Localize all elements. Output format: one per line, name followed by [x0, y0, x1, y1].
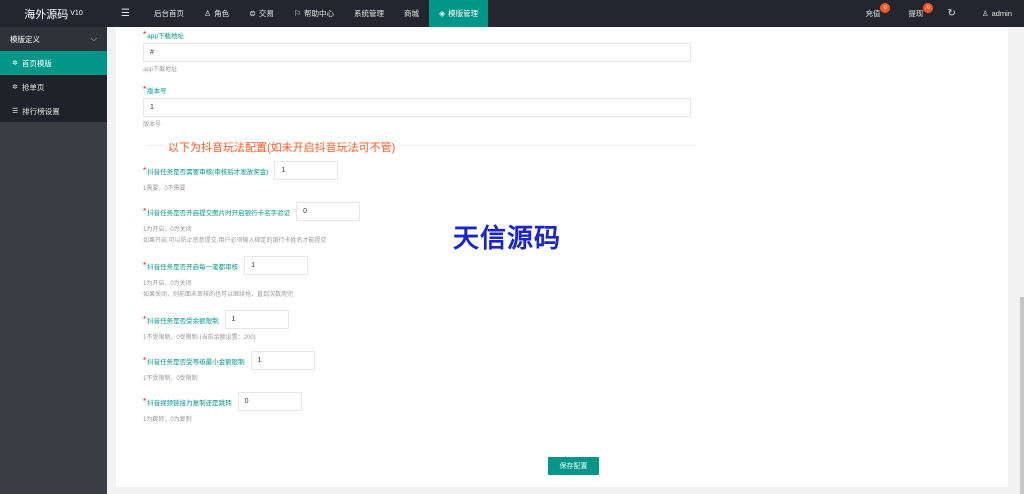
- logo-version: V10: [70, 10, 83, 17]
- field-hint: 1不受限制，0受限制: [143, 376, 198, 382]
- sidebar-item-home-template[interactable]: ✲ 首页模版: [0, 51, 107, 75]
- withdraw-label: 提现: [908, 9, 924, 18]
- sidebar-submenu: ✲ 首页模版 ✲ 抢单页 ☰ 排行榜设置: [0, 51, 107, 123]
- field-label: *抖音任务是否受余额限制: [143, 314, 219, 325]
- douyin-review-input[interactable]: 1: [274, 161, 339, 180]
- chevron-down-icon: ⌵: [90, 34, 97, 43]
- top-nav: ☰ 后台首页 ♙ 角色 ⊜ 交易 ⚐ 帮助中心 系统管理 商城 ◈ 模版管理: [107, 0, 489, 27]
- user-icon: ♙: [203, 9, 212, 18]
- sidebar-item-grab-page[interactable]: ✲ 抢单页: [0, 75, 107, 99]
- nav-home[interactable]: 后台首页: [144, 0, 194, 27]
- form-card: *app下载地址 # app下载地址 *版本号 1 版本号 以下为抖音玩法配置(…: [116, 27, 1008, 487]
- douyin-link-input[interactable]: 0: [237, 392, 302, 411]
- flag-icon: ⚐: [293, 9, 302, 18]
- douyin-bankcard-input[interactable]: 0: [296, 202, 361, 221]
- logo-text: 海外源码: [24, 8, 69, 21]
- user-icon: ♙: [981, 9, 989, 18]
- main-content: *app下载地址 # app下载地址 *版本号 1 版本号 以下为抖音玩法配置(…: [107, 27, 1024, 494]
- douyin-balance-limit-input[interactable]: 1: [224, 310, 289, 329]
- field-hint: 1需要，0不需要: [143, 186, 186, 192]
- watermark-text: 天信源码: [453, 224, 562, 254]
- version-input[interactable]: 1: [143, 98, 691, 117]
- field-hint: 如果开启,可以防止恶意提交,用户必须输入绑定的银行卡姓名才能提交: [143, 238, 327, 244]
- field-douyin-level-limit: *抖音任务是否受等级最小金额限制 1 1不受限制，0受限制: [143, 351, 315, 384]
- section-title: 以下为抖音玩法配置(如未开启抖音玩法可不管): [164, 139, 400, 155]
- recharge-link[interactable]: 充值 0: [855, 0, 891, 27]
- app-download-input[interactable]: #: [143, 43, 691, 62]
- field-hint: 1为跳转，0为复制: [143, 417, 192, 423]
- sidebar-background: [0, 122, 107, 494]
- nav-help[interactable]: ⚐ 帮助中心: [284, 0, 344, 27]
- user-menu[interactable]: ♙ admin: [972, 0, 1024, 27]
- field-hint: 1为开启，0为关闭: [143, 227, 192, 233]
- field-label: *抖音任务是否受等级最小金额限制: [143, 355, 245, 366]
- top-bar: 海外源码 V10 ☰ 后台首页 ♙ 角色 ⊜ 交易 ⚐ 帮助中心 系统管理 商城 ◈ 模版…: [0, 0, 1024, 27]
- sidebar-item-ranking[interactable]: ☰ 排行榜设置: [0, 99, 107, 123]
- recharge-badge: 0: [880, 3, 891, 13]
- gear-icon: ✲: [12, 60, 18, 67]
- refresh-button[interactable]: ↻: [937, 0, 965, 27]
- field-douyin-link: *抖音视频链接为复制还是跳转 0 1为跳转，0为复制: [143, 392, 302, 425]
- withdraw-badge: 0: [923, 3, 934, 13]
- field-hint: 1为开启，0为关闭: [143, 281, 192, 287]
- field-label: *抖音任务是否需要审核(审核后才发放奖金): [143, 165, 269, 176]
- header-tools: 充值 0 提现 0 ↻ ♙ admin: [855, 0, 1024, 27]
- sidebar-group-label: 模版定义: [10, 34, 40, 44]
- scrollbar[interactable]: [1020, 297, 1024, 494]
- field-douyin-one-review: *抖音任务是否开启每一笔都审核 1 1为开启，0为关闭 如果关闭，则前面未审核的…: [143, 256, 309, 300]
- recharge-label: 充值: [865, 9, 881, 18]
- sidebar: 模版定义 ⌵ ✲ 首页模版 ✲ 抢单页 ☰ 排行榜设置: [0, 27, 107, 494]
- douyin-level-limit-input[interactable]: 1: [250, 351, 315, 370]
- layers-icon: ◈: [439, 9, 446, 18]
- nav-role[interactable]: ♙ 角色: [194, 0, 239, 27]
- field-hint: 如果关闭，则前面未审核的也可以继续抢，直到次数用完: [143, 292, 294, 298]
- save-config-button[interactable]: 保存配置: [548, 457, 599, 475]
- list-icon: ☰: [12, 108, 19, 115]
- field-label: *抖音视频链接为复制还是跳转: [143, 396, 232, 407]
- nav-system-label: 系统管理: [354, 9, 385, 18]
- nav-home-label: 后台首页: [153, 9, 184, 18]
- nav-template[interactable]: ◈ 模版管理: [429, 0, 489, 27]
- nav-role-label: 角色: [214, 9, 230, 18]
- field-label: *抖音任务是否开启提交图片时开启银行卡名字验证: [143, 206, 291, 217]
- trade-icon: ⊜: [249, 9, 256, 18]
- field-label: *版本号: [143, 85, 167, 95]
- field-label: *app下载地址: [143, 30, 184, 40]
- field-app-download: *app下载地址 # app下载地址: [143, 30, 691, 75]
- field-version: *版本号 1 版本号: [143, 85, 691, 130]
- nav-trade[interactable]: ⊜ 交易: [239, 0, 284, 27]
- menu-toggle-button[interactable]: ☰: [107, 0, 144, 27]
- nav-mall-label: 商城: [404, 9, 420, 18]
- nav-help-label: 帮助中心: [304, 9, 335, 18]
- nav-trade-label: 交易: [258, 9, 274, 18]
- nav-template-label: 模版管理: [448, 9, 479, 18]
- sidebar-group-template[interactable]: 模版定义 ⌵: [0, 27, 107, 51]
- sidebar-item-label: 首页模版: [21, 58, 52, 68]
- douyin-one-review-input[interactable]: 1: [244, 256, 309, 275]
- user-label: admin: [991, 9, 1012, 18]
- field-hint: app下载地址: [143, 67, 178, 73]
- nav-mall[interactable]: 商城: [394, 0, 429, 27]
- sidebar-item-label: 抢单页: [21, 82, 45, 92]
- field-label: *抖音任务是否开启每一笔都审核: [143, 260, 239, 271]
- field-douyin-bankcard: *抖音任务是否开启提交图片时开启银行卡名字验证 0 1为开启，0为关闭 如果开启…: [143, 202, 361, 246]
- nav-system[interactable]: 系统管理: [344, 0, 394, 27]
- logo[interactable]: 海外源码 V10: [0, 0, 107, 27]
- menu-icon: ☰: [121, 8, 130, 19]
- field-hint: 版本号: [143, 122, 162, 128]
- field-douyin-balance-limit: *抖音任务是否受余额限制 1 1不受限制，0受限制-(当前余额设置：200): [143, 310, 289, 343]
- sidebar-item-label: 排行榜设置: [22, 106, 60, 116]
- field-hint: 1不受限制，0受限制-(当前余额设置：200): [143, 335, 256, 341]
- refresh-icon: ↻: [947, 8, 956, 19]
- gear-icon: ✲: [12, 84, 18, 91]
- withdraw-link[interactable]: 提现 0: [898, 0, 934, 27]
- field-douyin-review: *抖音任务是否需要审核(审核后才发放奖金) 1 1需要，0不需要: [143, 161, 339, 194]
